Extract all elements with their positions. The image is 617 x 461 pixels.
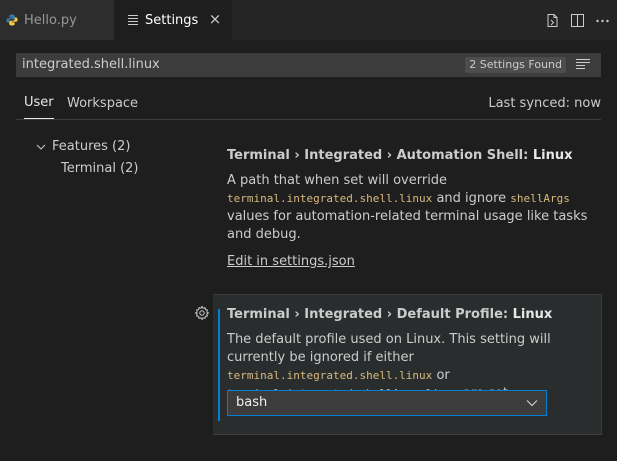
setting-title: Terminal › Integrated › Default Profile:…	[227, 307, 587, 323]
description-text: and ignore	[432, 191, 511, 206]
setting-key: Linux	[512, 307, 553, 322]
settings-search-input[interactable]: integrated.shell.linux 2 Settings Found	[16, 53, 601, 77]
open-settings-json-icon[interactable]	[544, 12, 561, 29]
filter-settings-icon[interactable]	[576, 59, 590, 71]
code-snippet: terminal.integrated.shell.linux	[227, 192, 433, 205]
setting-breadcrumb: Terminal › Integrated › Automation Shell…	[227, 148, 533, 163]
setting-breadcrumb: Terminal › Integrated › Default Profile:	[227, 307, 513, 322]
settings-file-icon	[128, 15, 138, 25]
tab-label: Hello.py	[24, 12, 77, 28]
description-text: values for automation-related terminal u…	[227, 209, 588, 242]
code-snippet: terminal.integrated.shell.linux	[227, 369, 433, 382]
split-editor-icon[interactable]	[569, 12, 586, 29]
description-text: or	[432, 368, 450, 383]
tab-hello-py[interactable]: Hello.py	[0, 0, 114, 40]
tab-label: Settings	[145, 12, 199, 28]
more-actions-icon[interactable]	[594, 12, 611, 29]
description-text: A path that when set will override	[227, 173, 448, 188]
toc-features-label: Features (2)	[52, 139, 131, 154]
search-value: integrated.shell.linux	[22, 57, 160, 72]
python-file-icon	[6, 14, 18, 26]
setting-key: Linux	[532, 148, 573, 163]
tab-user[interactable]: User	[24, 95, 54, 119]
chevron-down-icon	[36, 144, 46, 150]
toc-item-terminal[interactable]: Terminal (2)	[61, 161, 139, 176]
toc-item-features[interactable]: Features (2)	[36, 139, 130, 154]
setting-description: A path that when set will override termi…	[227, 172, 597, 244]
settings-scope-tabs: User Workspace Last synced: now	[16, 88, 601, 120]
chevron-down-icon	[526, 400, 538, 407]
edit-in-settings-json-link[interactable]: Edit in settings.json	[227, 254, 355, 269]
editor-actions	[544, 0, 611, 40]
default-profile-select[interactable]: bash	[227, 390, 547, 416]
editor-tab-bar: Hello.py Settings ×	[0, 0, 617, 40]
code-snippet: shellArgs	[510, 192, 570, 205]
tab-settings[interactable]: Settings ×	[114, 0, 232, 40]
last-synced-status: Last synced: now	[488, 96, 601, 111]
close-icon[interactable]: ×	[208, 12, 222, 27]
setting-automation-shell-linux: Terminal › Integrated › Automation Shell…	[227, 148, 597, 244]
results-count-badge: 2 Settings Found	[465, 57, 566, 73]
setting-content: Terminal › Integrated › Default Profile:…	[227, 307, 587, 403]
focus-indicator	[218, 309, 220, 421]
setting-title: Terminal › Integrated › Automation Shell…	[227, 148, 597, 164]
tab-workspace[interactable]: Workspace	[67, 96, 138, 111]
gear-icon[interactable]	[194, 305, 210, 321]
select-value: bash	[236, 395, 268, 410]
description-text: The default profile used on Linux. This …	[227, 332, 551, 365]
